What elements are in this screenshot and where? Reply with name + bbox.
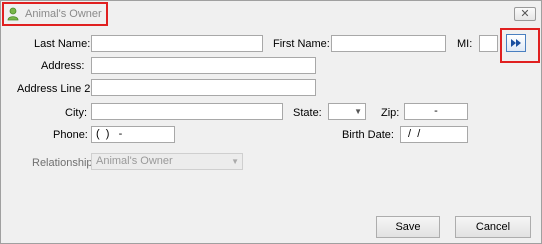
fast-forward-icon [511, 39, 521, 47]
first-name-label: First Name: [273, 38, 330, 50]
next-button[interactable] [506, 34, 526, 52]
birth-date-label: Birth Date: [342, 129, 394, 141]
phone-input[interactable]: ( ) - [91, 126, 175, 143]
close-button[interactable]: ✕ [514, 7, 536, 21]
window-title: Animal's Owner [25, 8, 102, 20]
birth-date-input[interactable]: / / [400, 126, 468, 143]
mi-input[interactable] [479, 35, 498, 52]
mi-label: MI: [457, 38, 473, 50]
chevron-down-icon: ▼ [354, 107, 362, 116]
cancel-button[interactable]: Cancel [455, 216, 531, 238]
city-input[interactable] [91, 103, 283, 120]
address-input[interactable] [91, 57, 316, 74]
last-name-label: Last Name: [34, 38, 91, 50]
city-label: City: [65, 107, 87, 119]
relationship-select[interactable]: Animal's Owner ▼ [91, 153, 243, 170]
save-button[interactable]: Save [376, 216, 440, 238]
state-select[interactable]: ▼ [328, 103, 366, 120]
title-bar: Animal's Owner ✕ [1, 1, 541, 28]
address-line-2-input[interactable] [91, 79, 316, 96]
phone-label: Phone: [53, 129, 88, 141]
relationship-selected-value: Animal's Owner [96, 155, 173, 167]
person-icon [7, 7, 19, 21]
close-icon: ✕ [520, 8, 530, 20]
zip-input[interactable]: - [404, 103, 468, 120]
state-label: State: [293, 107, 322, 119]
zip-label: Zip: [381, 107, 400, 119]
address-line-2-label: Address Line 2: [17, 83, 94, 95]
last-name-input[interactable] [91, 35, 263, 52]
address-label: Address: [41, 60, 85, 72]
first-name-input[interactable] [331, 35, 446, 52]
chevron-down-icon: ▼ [231, 157, 239, 166]
animals-owner-dialog: Animal's Owner ✕ Last Name: First Name: … [0, 0, 542, 244]
relationship-label: Relationship: [32, 157, 96, 169]
